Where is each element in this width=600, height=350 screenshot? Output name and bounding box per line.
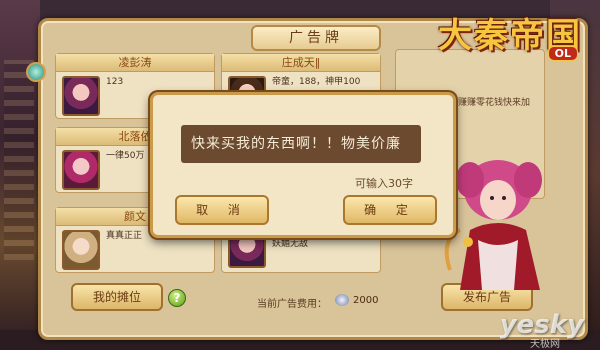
game-logo: 大秦帝国 OL xyxy=(432,0,582,61)
ad-card-text: 帝童，188，神甲100 xyxy=(272,77,361,87)
ad-message-input[interactable]: 快来买我的东西啊！！物美价廉 xyxy=(181,125,421,163)
avatar xyxy=(62,230,100,270)
ad-card-name: 凌彭涛 xyxy=(56,54,214,72)
jade-ornament-icon xyxy=(26,62,46,82)
watermark-sub: 天极网 xyxy=(530,339,560,350)
char-limit-text: 可输入30字 xyxy=(355,177,413,190)
cancel-button[interactable]: 取 消 xyxy=(175,195,269,225)
ad-card-text: 妖媚无敌 xyxy=(272,239,309,249)
ad-fee-value: 2000 xyxy=(353,295,379,306)
ad-card-name: 庄成天‖ xyxy=(222,54,380,72)
game-background-left xyxy=(0,0,40,350)
ad-input-dialog: 快来买我的东西啊！！物美价廉 可输入30字 取 消 确 定 xyxy=(150,92,456,238)
my-stall-button[interactable]: 我的摊位 xyxy=(71,283,163,311)
avatar xyxy=(62,76,100,116)
logo-badge: OL xyxy=(547,46,578,61)
ad-card-text: 123 xyxy=(106,77,124,87)
help-icon[interactable]: ? xyxy=(168,289,186,307)
panel-title: 广告牌 xyxy=(251,25,381,51)
coin-icon xyxy=(335,294,349,306)
confirm-button[interactable]: 确 定 xyxy=(343,195,437,225)
ad-fee-label: 当前广告费用： xyxy=(257,299,327,310)
avatar xyxy=(62,150,100,190)
